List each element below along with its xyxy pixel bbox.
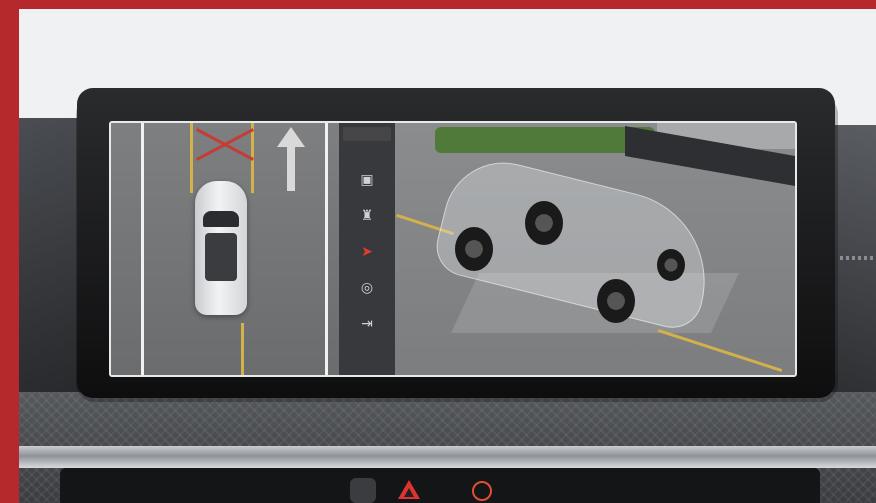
settings-icon[interactable]: ◎: [353, 275, 381, 299]
seatbelt-warning-icon: [472, 481, 492, 501]
lane-line-right: [325, 123, 328, 375]
exit-icon[interactable]: ⇥: [353, 311, 381, 335]
red-frame-left: [0, 0, 19, 503]
car-3d-icon[interactable]: ➤: [353, 239, 381, 263]
vehicle-top-view: [195, 181, 247, 315]
camera-control-column: ▣ ♜ ➤ ◎ ⇥: [339, 123, 395, 375]
vehicle-windshield: [203, 211, 239, 227]
hedge: [435, 127, 655, 153]
road-arrow-icon: [277, 127, 305, 147]
hazard-triangle-inner: [404, 488, 414, 497]
infotainment-screen[interactable]: ▣ ♜ ➤ ◎ ⇥: [109, 121, 797, 377]
top-down-camera-view: [111, 123, 339, 375]
parking-line-b: [657, 328, 783, 373]
column-header: [343, 127, 391, 141]
leather-stitching: [840, 256, 876, 260]
lane-line-left: [141, 123, 144, 375]
camera-icon[interactable]: ▣: [353, 167, 381, 191]
red-frame-top: [0, 0, 876, 9]
road-arrow-stem: [287, 145, 295, 191]
wheel-rear-right: [525, 201, 563, 245]
chrome-trim: [19, 446, 876, 468]
vent-control-knob[interactable]: [350, 478, 376, 503]
lane-guide-yellow-rear: [241, 323, 244, 375]
lane-guide-yellow-left: [190, 123, 193, 193]
air-vent: [60, 468, 820, 503]
wheel-rear-left: [455, 227, 493, 271]
3d-surround-view[interactable]: [395, 123, 795, 375]
vehicle-view-icon[interactable]: ♜: [353, 203, 381, 227]
wheel-front-right: [657, 249, 685, 281]
vehicle-sunroof: [205, 233, 237, 281]
wheel-front-left: [597, 279, 635, 323]
